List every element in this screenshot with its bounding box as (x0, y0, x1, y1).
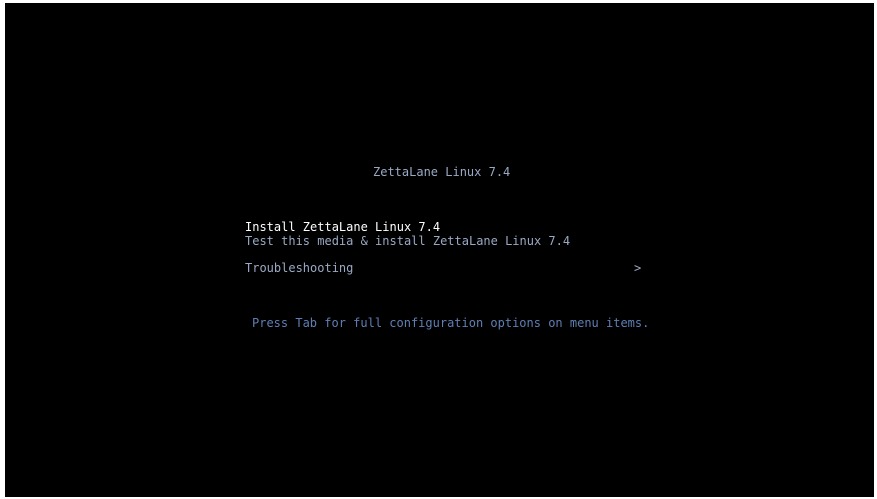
menu-item-troubleshooting[interactable]: Troubleshooting (245, 261, 353, 275)
submenu-arrow-icon: > (634, 261, 642, 275)
boot-menu-title: ZettaLane Linux 7.4 (373, 165, 511, 179)
boot-screen: ZettaLane Linux 7.4 Install ZettaLane Li… (5, 3, 874, 497)
configuration-hint: Press Tab for full configuration options… (252, 316, 650, 330)
menu-item-install[interactable]: Install ZettaLane Linux 7.4 (245, 220, 440, 234)
menu-item-test-and-install[interactable]: Test this media & install ZettaLane Linu… (245, 234, 570, 248)
